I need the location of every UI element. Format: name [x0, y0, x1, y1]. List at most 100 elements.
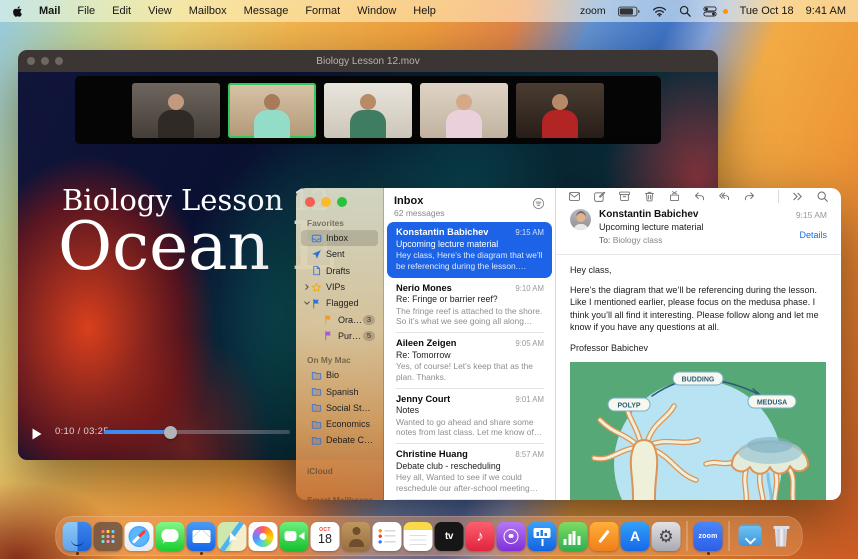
- menu-window[interactable]: Window: [357, 5, 396, 17]
- control-center-icon[interactable]: [703, 6, 717, 17]
- dock-music[interactable]: ♪: [465, 522, 496, 551]
- email-subject: Upcoming lecture material: [599, 222, 704, 232]
- dock-tv[interactable]: tv: [434, 522, 465, 551]
- message-christine-huang[interactable]: Christine Huang8:57 AMDebate club - resc…: [387, 444, 552, 500]
- dock-facetime[interactable]: [279, 522, 310, 551]
- sidebar-item-spanish[interactable]: Spanish: [301, 383, 378, 399]
- launchpad-icon: [94, 522, 123, 551]
- screen-share-app-label[interactable]: zoom: [580, 5, 606, 17]
- dock-mail[interactable]: [186, 522, 217, 551]
- sidebar-item-economics[interactable]: Economics: [301, 416, 378, 432]
- wifi-icon[interactable]: [652, 6, 667, 17]
- apple-menu-icon[interactable]: [12, 5, 23, 18]
- chevron-right-icon[interactable]: [303, 284, 311, 290]
- junk-icon[interactable]: [668, 190, 681, 203]
- sidebar-item-debate-club[interactable]: Debate Club: [301, 432, 378, 448]
- dock-settings[interactable]: ⚙: [651, 522, 682, 551]
- mail-traffic-lights[interactable]: [305, 197, 378, 207]
- menu-file[interactable]: File: [77, 5, 95, 17]
- menubar-date[interactable]: Tue Oct 18: [740, 5, 794, 17]
- message-nerio-mones[interactable]: Nerio Mones9:10 AMRe: Fringe or barrier …: [387, 278, 552, 334]
- more-icon[interactable]: [791, 190, 804, 203]
- dock-downloads[interactable]: [735, 522, 766, 551]
- sidebar-item-inbox[interactable]: Inbox: [301, 230, 378, 246]
- facetime-icon: [280, 522, 309, 551]
- dock-zoom[interactable]: zoom: [693, 522, 724, 551]
- count-badge: 3: [363, 315, 375, 325]
- message-subject: Re: Tomorrow: [396, 350, 544, 360]
- dock-messages[interactable]: [155, 522, 186, 551]
- budding-label: BUDDING: [682, 376, 715, 383]
- sidebar-item-drafts[interactable]: Drafts: [301, 263, 378, 279]
- recording-indicator-dot: [723, 9, 728, 14]
- dock-podcasts[interactable]: [496, 522, 527, 551]
- menu-message[interactable]: Message: [244, 5, 289, 17]
- sidebar-item-vips[interactable]: VIPs: [301, 279, 378, 295]
- dock-notes[interactable]: [403, 522, 434, 551]
- chevron-down-icon[interactable]: [303, 300, 311, 306]
- sidebar-item-label: Spanish: [326, 387, 359, 397]
- sidebar-section-favorites: Favorites: [301, 216, 378, 230]
- message-sender: Jenny Court: [396, 394, 450, 404]
- dock-maps[interactable]: [217, 522, 248, 551]
- message-konstantin-babichev[interactable]: Konstantin Babichev9:15 AMUpcoming lectu…: [387, 222, 552, 278]
- reply-icon[interactable]: [693, 190, 706, 203]
- dock-finder[interactable]: [62, 522, 93, 551]
- dock-keynote[interactable]: [527, 522, 558, 551]
- filter-icon[interactable]: [532, 197, 545, 210]
- desktop: Mail File Edit View Mailbox Message Format Wind…: [0, 0, 858, 559]
- dock-reminders[interactable]: [372, 522, 403, 551]
- reminders-icon: [373, 522, 402, 551]
- spotlight-icon[interactable]: [679, 5, 691, 17]
- dock-safari[interactable]: [124, 522, 155, 551]
- menu-edit[interactable]: Edit: [112, 5, 131, 17]
- message-aileen-zeigen[interactable]: Aileen Zeigen9:05 AMRe: TomorrowYes, of …: [387, 333, 552, 389]
- get-mail-icon[interactable]: [568, 190, 581, 203]
- menu-bar: Mail File Edit View Mailbox Message Format Wind…: [0, 0, 858, 22]
- dock-appstore[interactable]: A: [620, 522, 651, 551]
- forward-icon[interactable]: [743, 190, 756, 203]
- sidebar-item-bio[interactable]: Bio: [301, 367, 378, 383]
- sidebar-item-purple[interactable]: Purple5: [301, 328, 378, 344]
- details-link[interactable]: Details: [796, 230, 827, 240]
- dock-contacts[interactable]: [341, 522, 372, 551]
- dock-launchpad[interactable]: [93, 522, 124, 551]
- seek-bar[interactable]: [104, 430, 290, 434]
- sent-icon: [311, 249, 322, 260]
- zoom-glyph: zoom: [698, 533, 717, 540]
- seek-handle[interactable]: [164, 426, 177, 439]
- battery-icon[interactable]: [618, 6, 640, 17]
- menu-view[interactable]: View: [148, 5, 172, 17]
- menubar-time[interactable]: 9:41 AM: [806, 5, 846, 17]
- search-icon[interactable]: [816, 190, 829, 203]
- appstore-glyph: A: [630, 528, 640, 544]
- sidebar-item-orange[interactable]: Orange3: [301, 311, 378, 327]
- dock-pages[interactable]: [589, 522, 620, 551]
- message-sender: Christine Huang: [396, 449, 468, 459]
- dock-calendar[interactable]: OCT18: [310, 522, 341, 551]
- sidebar-item-social-studies[interactable]: Social Studies: [301, 400, 378, 416]
- play-button[interactable]: [32, 428, 42, 440]
- compose-icon[interactable]: [593, 190, 606, 203]
- photos-icon: [249, 522, 278, 551]
- sidebar-item-sent[interactable]: Sent: [301, 246, 378, 262]
- dock-photos[interactable]: [248, 522, 279, 551]
- message-darla-davidson[interactable]: Darla Davidson8:55 AMTomorrow’s classAs …: [387, 500, 552, 501]
- message-jenny-court[interactable]: Jenny Court9:01 AMNotesWanted to go ahea…: [387, 389, 552, 445]
- menu-format[interactable]: Format: [305, 5, 340, 17]
- video-titlebar[interactable]: Biology Lesson 12.mov: [18, 50, 718, 72]
- video-traffic-lights[interactable]: [27, 57, 63, 65]
- flag-icon: [323, 314, 334, 325]
- archive-icon[interactable]: [618, 190, 631, 203]
- menu-mailbox[interactable]: Mailbox: [189, 5, 227, 17]
- sidebar-item-flagged[interactable]: Flagged: [301, 295, 378, 311]
- menu-mail[interactable]: Mail: [39, 5, 60, 17]
- dock-numbers[interactable]: [558, 522, 589, 551]
- reply-all-icon[interactable]: [718, 190, 731, 203]
- menu-help[interactable]: Help: [413, 5, 436, 17]
- dock-trash[interactable]: [766, 522, 797, 551]
- notes-icon: [404, 522, 433, 551]
- downloads-icon: [736, 522, 765, 551]
- trash-icon[interactable]: [643, 190, 656, 203]
- sidebar-item-label: Social Studies: [326, 403, 375, 413]
